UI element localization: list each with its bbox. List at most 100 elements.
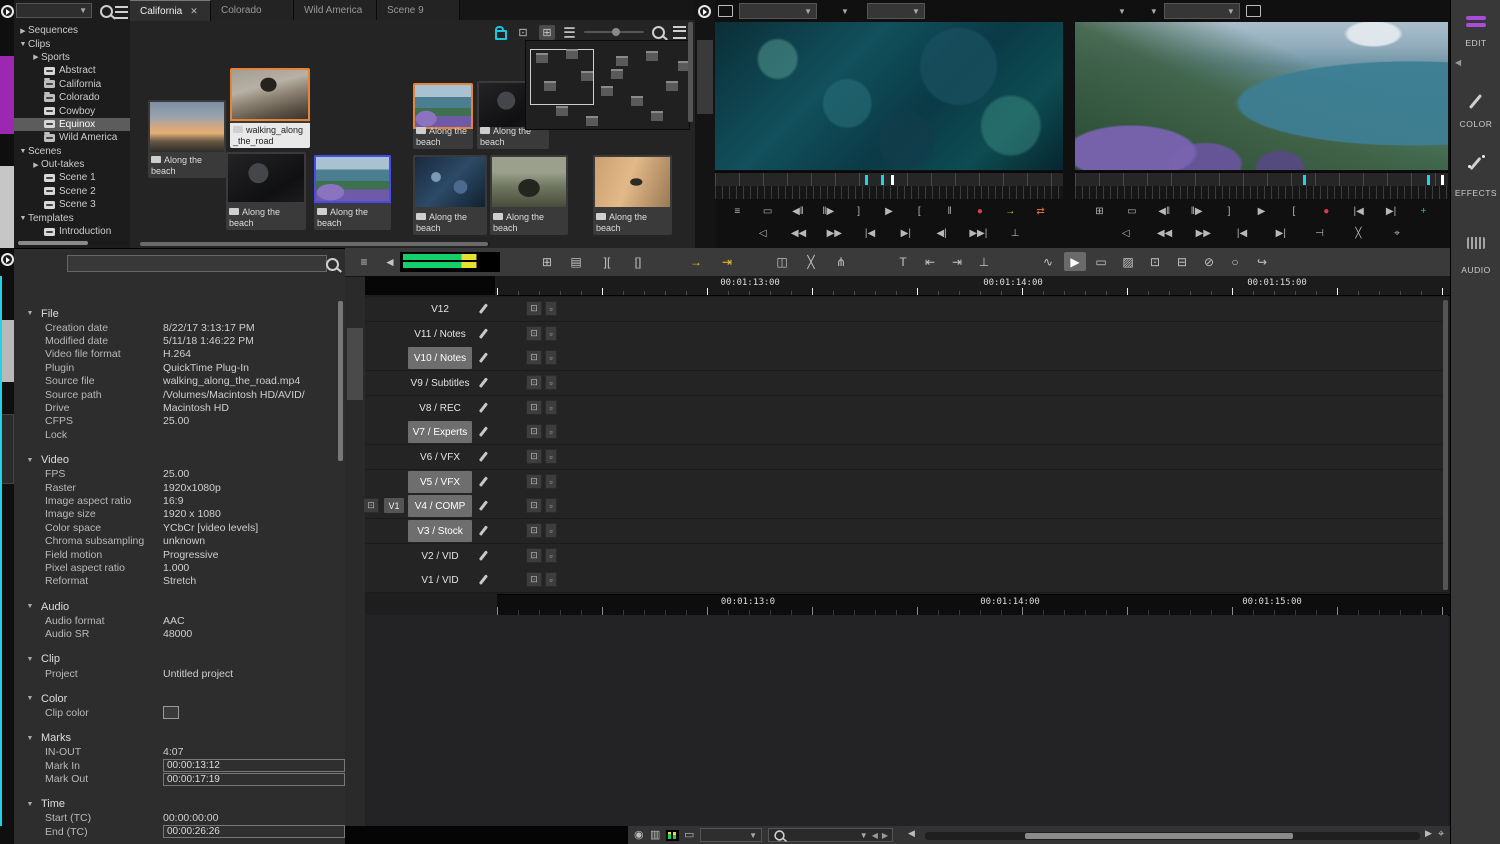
timeline-ruler[interactable]: 00:01:13:0000:01:14:0000:01:15:00 [497, 276, 1450, 296]
chevron-down-icon[interactable]: ▼ [841, 7, 849, 16]
track-lane-A1[interactable] [365, 615, 1448, 641]
tab-effect-palette[interactable] [0, 166, 14, 250]
transport-button[interactable]: ▶ [1253, 206, 1269, 217]
timeline-scrollbar-v[interactable] [1443, 300, 1448, 590]
toolbar-tool[interactable]: ▭ [1090, 252, 1112, 271]
track-label-V12[interactable]: V12 [408, 298, 472, 320]
expand-icon[interactable]: ▶ [31, 53, 41, 61]
bin-tree-item[interactable]: ▶Out-takes [14, 158, 130, 171]
bin-clip-card[interactable]: Along the beach [490, 155, 568, 235]
track-monitor-icon[interactable]: ⊡ [526, 424, 542, 439]
untitled-dropdown[interactable]: ▼ [700, 828, 762, 842]
track-monitor-icon[interactable]: ⊡ [526, 449, 542, 464]
transport-button[interactable]: + [1415, 206, 1431, 217]
track-lane-A8[interactable] [365, 786, 1448, 812]
toolbar-tool[interactable]: ╳ [800, 252, 822, 271]
transport-button[interactable]: ⊣ [1312, 228, 1328, 239]
timeline-timecode[interactable] [365, 276, 495, 295]
bin-tree-item[interactable]: ▶Sequences [14, 24, 130, 37]
grid-view-icon[interactable]: ⊞ [539, 25, 555, 40]
transport-button[interactable]: ▶| [1383, 206, 1399, 217]
track-option-icon[interactable]: ▫ [545, 548, 557, 563]
transport-button[interactable]: ◁ [1118, 228, 1134, 239]
sidebar-item-audio[interactable]: AUDIO [1451, 237, 1500, 297]
track-option-icon[interactable]: ▫ [545, 400, 557, 415]
collapse-icon[interactable]: ▼ [14, 801, 35, 808]
toolbar-tool[interactable]: ↪ [1251, 252, 1273, 271]
chevron-down-icon[interactable]: ▼ [1150, 7, 1158, 16]
toolbar-tool[interactable]: ▤ [565, 252, 587, 271]
source-clip-dropdown[interactable]: ▼ [739, 3, 817, 19]
toolbar-tool[interactable]: ⊞ [536, 252, 558, 271]
bin-clip-card[interactable]: Along the beach [314, 155, 391, 230]
toolbar-tool[interactable]: → [685, 252, 707, 271]
bin-search-icon[interactable] [652, 26, 665, 39]
toolbar-tool[interactable]: ⊡ [1144, 252, 1166, 271]
track-option-icon[interactable]: ▫ [545, 474, 557, 489]
section-header-clip[interactable]: ▼Clip [14, 652, 345, 667]
projects-selector[interactable]: ▼ [16, 3, 92, 18]
film-icon[interactable] [1246, 5, 1261, 17]
section-header-color[interactable]: ▼Color [14, 691, 345, 706]
property-input[interactable]: 00:00:26:26 [163, 825, 345, 838]
track-lane-A3[interactable] [365, 664, 1448, 690]
transport-button[interactable]: ] [1221, 206, 1237, 217]
track-label-V1[interactable]: V1 / VID [408, 569, 472, 591]
bin-tree-item[interactable]: Abstract [14, 64, 130, 77]
collapse-icon[interactable]: ▼ [14, 735, 35, 742]
track-label-V10[interactable]: V10 / Notes [408, 347, 472, 369]
video-quality-icon[interactable]: ▥ [650, 828, 660, 841]
scroll-left-icon[interactable]: ◀ [908, 828, 915, 839]
transport-button[interactable]: ◀‖ [1156, 206, 1172, 217]
track-option-icon[interactable]: ▫ [545, 350, 557, 365]
collapse-icon[interactable]: ▼ [14, 603, 35, 610]
bin-tree-item[interactable]: Equinox [14, 118, 130, 131]
transport-button[interactable]: ◀◀ [791, 228, 807, 239]
track-label-V2[interactable]: V2 / VID [408, 545, 472, 567]
tab-audio-tool[interactable] [0, 414, 14, 484]
transport-button[interactable]: |◀ [1351, 206, 1367, 217]
source-patch[interactable]: V1 [384, 498, 404, 513]
track-option-icon[interactable]: ▫ [545, 498, 557, 513]
track-label-V5[interactable]: V5 / VFX [408, 471, 472, 493]
transport-button[interactable]: ◀‖ [790, 206, 806, 217]
transport-button[interactable]: |◀ [862, 228, 878, 239]
transport-button[interactable]: ‖▶ [820, 206, 836, 217]
property-input[interactable]: 00:00:17:19 [163, 773, 345, 786]
thumbnail-size-slider[interactable] [584, 31, 644, 33]
record-scrub-bar[interactable] [1075, 171, 1448, 187]
source-monitor-image[interactable] [715, 22, 1063, 170]
prev-icon[interactable]: ◀ [872, 831, 878, 840]
bin-tree-item[interactable]: ▼Templates [14, 211, 130, 224]
record-toggle-icon[interactable]: ◉ [634, 828, 644, 841]
track-lane-A4[interactable] [365, 688, 1448, 714]
bin-clip-card[interactable]: Along the beach [226, 152, 306, 230]
bin-tab-wild-america[interactable]: Wild America [294, 0, 377, 20]
list-view-icon[interactable] [564, 27, 574, 37]
sidebar-item-edit[interactable]: EDIT [1451, 14, 1500, 74]
toolbar-tool[interactable]: ⇥ [716, 252, 738, 271]
toolbar-tool[interactable]: ▶ [1064, 252, 1086, 271]
meter-mini-icon[interactable] [666, 830, 679, 844]
locator-icon[interactable]: ⌖ [1438, 828, 1444, 841]
toolbar-tool[interactable]: ⇤ [919, 252, 941, 271]
transport-button[interactable]: ⇄ [1033, 206, 1049, 217]
transport-button[interactable]: |◀ [1234, 228, 1250, 239]
toolbar-tool[interactable]: ⇥ [946, 252, 968, 271]
inspector-search-icon[interactable] [326, 258, 339, 271]
transport-button[interactable]: ⊞ [1091, 206, 1107, 217]
source-empty-dropdown[interactable]: ▼ [867, 3, 925, 19]
bin-clip-card[interactable]: Along the beach [413, 83, 473, 149]
track-lane-A2[interactable] [365, 639, 1448, 665]
transport-button[interactable]: ⌖ [1389, 228, 1405, 239]
tab-timeline[interactable] [347, 328, 363, 400]
transport-button[interactable]: ╳ [1350, 228, 1366, 239]
transport-button[interactable]: ] [851, 206, 867, 217]
transport-button[interactable]: ▶▶| [969, 228, 987, 239]
track-monitor-icon[interactable]: ⊡ [526, 326, 542, 341]
close-icon[interactable]: ✕ [190, 6, 198, 17]
bin-tree-item[interactable]: Wild America [14, 131, 130, 144]
track-option-icon[interactable]: ▫ [545, 424, 557, 439]
next-icon[interactable]: ▶ [882, 831, 888, 840]
transport-button[interactable]: ▭ [760, 206, 776, 217]
